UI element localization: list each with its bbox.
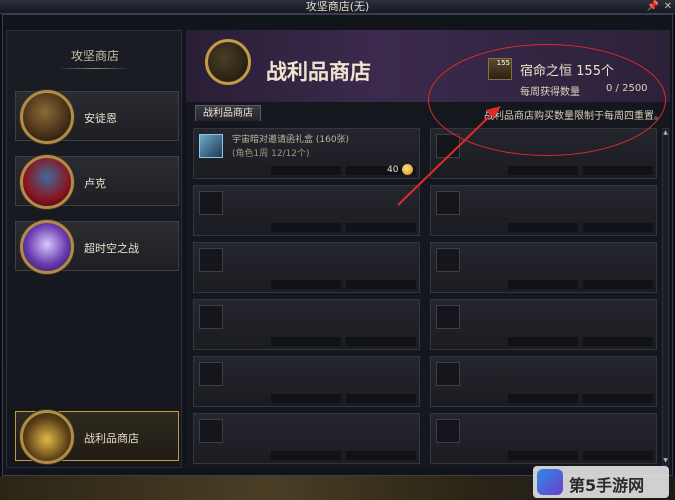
shop-item-empty [193,185,420,236]
sidebar-title: 攻坚商店 [70,49,119,63]
empty-slot [436,191,460,215]
shop-item-empty [430,413,657,464]
empty-slot [436,305,460,329]
sidebar-item-label: 超时空之战 [84,242,139,255]
item-grid: 宇宙暗对邀请函礼盒 (160张) (角色1周 12/12个) 40 [193,128,659,466]
shop-item-empty [193,242,420,293]
item-name: 宇宙暗对邀请函礼盒 (160张) [232,135,350,145]
invitation-box-icon [199,134,223,158]
shop-item-empty [193,413,420,464]
shop-item-empty [430,185,657,236]
item-bar [346,394,416,403]
item-bar [271,166,341,175]
sidebar-item-loot-shop[interactable]: 战利品商店 [15,410,179,464]
item-limit: (角色1周 12/12个) [232,149,310,159]
empty-slot [199,362,223,386]
scroll-up-icon[interactable]: ▲ [663,129,668,137]
sidebar-divider [57,68,133,69]
item-bar [508,223,578,232]
empty-slot [436,248,460,272]
watermark: 第5手游网 [533,466,669,498]
time-war-portrait-icon [20,220,74,274]
annotation-oval [428,44,666,156]
sidebar-item-time-war[interactable]: 超时空之战 [15,220,179,274]
treasure-chest-icon [205,39,251,85]
shop-item-empty [193,356,420,407]
item-bar [271,280,341,289]
watermark-logo-icon [537,469,563,495]
coin-icon [402,164,413,175]
item-bar [271,337,341,346]
sidebar-item-anton[interactable]: 安徒恩 [15,90,179,144]
sidebar-item-luke[interactable]: 卢克 [15,155,179,209]
item-bar [346,337,416,346]
item-bar [583,394,653,403]
empty-slot [436,419,460,443]
empty-slot [436,362,460,386]
empty-slot [199,248,223,272]
window-titlebar: 攻坚商店(无) 📌 ✕ [0,0,675,14]
shop-item-empty [430,356,657,407]
item-bar [508,394,578,403]
empty-slot [199,191,223,215]
item-bar [583,280,653,289]
item-bar [271,451,341,460]
luke-portrait-icon [20,155,74,209]
item-bar [508,337,578,346]
empty-slot [436,134,460,158]
item-bar [271,394,341,403]
anton-portrait-icon [20,90,74,144]
scroll-down-icon[interactable]: ▼ [663,457,668,465]
shop-item-empty [430,242,657,293]
item-bar [271,223,341,232]
shop-item-empty [430,299,657,350]
item-bar [346,280,416,289]
pin-icon[interactable]: 📌 [647,1,659,12]
empty-slot [199,419,223,443]
shop-item-empty [193,299,420,350]
item-bar [508,451,578,460]
item-bar [583,223,653,232]
sidebar-item-label: 卢克 [84,177,106,190]
item-scrollbar[interactable]: ▲ ▼ [662,128,669,466]
shop-item[interactable]: 宇宙暗对邀请函礼盒 (160张) (角色1周 12/12个) 40 [193,128,420,179]
item-bar [346,451,416,460]
window-title: 攻坚商店(无) [305,0,370,13]
item-bar [583,166,653,175]
item-bar [508,166,578,175]
item-bar [583,337,653,346]
tab-loot-shop[interactable]: 战利品商店 [195,105,261,121]
sidebar-item-label: 安徒恩 [84,112,117,125]
shop-title: 战利品商店 [266,59,371,84]
item-bar [508,280,578,289]
watermark-text: 第5手游网 [569,476,645,495]
item-price: 40 [387,165,399,175]
sidebar: 攻坚商店 安徒恩 卢克 超时空之战 战利品商店 [6,30,182,468]
close-icon[interactable]: ✕ [664,1,672,12]
sidebar-item-label: 战利品商店 [84,432,139,445]
item-bar [583,451,653,460]
item-bar [346,223,416,232]
treasure-chest-icon [20,410,74,464]
empty-slot [199,305,223,329]
